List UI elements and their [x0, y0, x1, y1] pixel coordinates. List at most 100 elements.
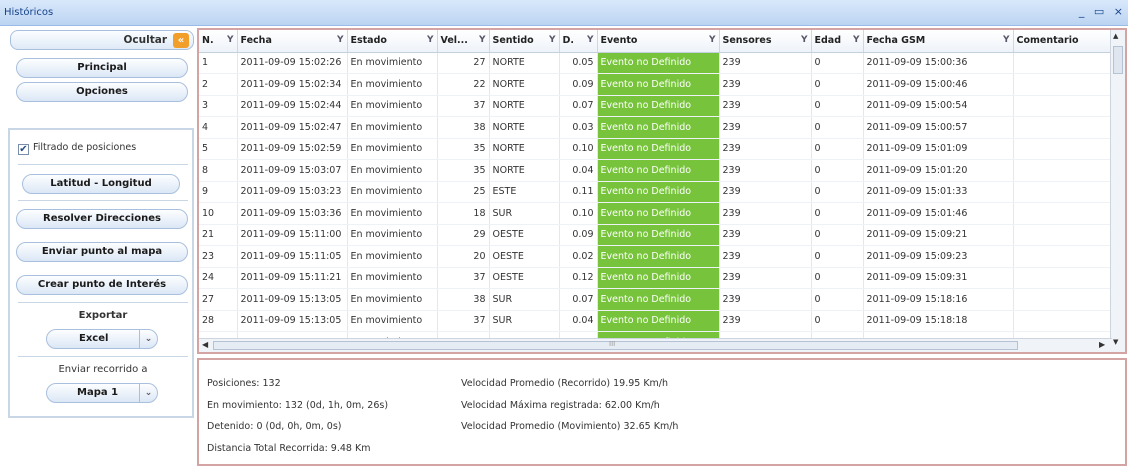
vertical-scrollbar[interactable]: ▲ ▼: [1110, 30, 1125, 352]
chevron-down-icon[interactable]: ⌄: [139, 330, 157, 348]
opciones-button[interactable]: Opciones: [16, 82, 188, 102]
map-select[interactable]: Mapa 1 ⌄: [46, 383, 158, 403]
enviar-punto-button[interactable]: Enviar punto al mapa: [16, 242, 188, 262]
scroll-thumb[interactable]: [1113, 46, 1123, 74]
window-title: Históricos: [4, 7, 54, 18]
table-row[interactable]: 1 2011-09-09 15:02:26 En movimiento 27 NORTE…: [199, 52, 1113, 74]
table-row[interactable]: 2 2011-09-09 15:02:34 En movimiento 22 NORTE…: [199, 73, 1113, 96]
table-cell: 0.07: [559, 288, 598, 311]
filter-icon[interactable]: Y: [227, 35, 234, 45]
table-cell: En movimiento: [347, 224, 438, 246]
column-header[interactable]: Sentido Y: [489, 30, 560, 53]
table-cell: NORTE: [489, 116, 560, 139]
column-header[interactable]: Evento Y: [597, 30, 720, 53]
table-cell: 37: [437, 95, 490, 117]
filter-checkbox[interactable]: ✔: [18, 144, 29, 155]
table-row[interactable]: 9 2011-09-09 15:03:23 En movimiento 25 ESTE 0…: [199, 181, 1113, 203]
column-header[interactable]: D. Y: [559, 30, 598, 53]
filter-icon[interactable]: Y: [479, 35, 486, 45]
table-cell: Evento no Definido: [597, 267, 720, 289]
table-row[interactable]: 24 2011-09-09 15:11:21 En movimiento 37 OEST…: [199, 267, 1113, 289]
filter-checkbox-row[interactable]: ✔ Filtrado de posiciones: [18, 142, 136, 155]
column-header[interactable]: Edad Y: [811, 30, 864, 53]
table-row[interactable]: 23 2011-09-09 15:11:05 En movimiento 20 OEST…: [199, 245, 1113, 268]
filter-icon[interactable]: Y: [587, 35, 594, 45]
table-row[interactable]: 27 2011-09-09 15:13:05 En movimiento 38 SUR 0…: [199, 288, 1113, 311]
export-label: Exportar: [78, 310, 128, 321]
table-cell: 0.12: [559, 267, 598, 289]
table-cell: Evento no Definido: [597, 159, 720, 182]
table-cell: Evento no Definido: [597, 288, 720, 311]
filter-icon[interactable]: Y: [709, 35, 716, 45]
column-header[interactable]: N. Y: [199, 30, 238, 53]
column-header-label: D.: [562, 35, 575, 47]
divider: [18, 356, 188, 357]
history-grid: N. Y Fecha Y Estado Y Vel... Y Sentido Y D. Y Evento…: [197, 28, 1127, 354]
horizontal-scrollbar[interactable]: ◀ III ▶: [199, 338, 1112, 352]
table-cell: 4: [199, 116, 238, 139]
filter-icon[interactable]: Y: [801, 35, 808, 45]
filter-icon[interactable]: Y: [1003, 35, 1010, 45]
table-cell: 239: [719, 95, 812, 117]
column-header-label: Sensores: [722, 35, 772, 47]
scroll-down-icon[interactable]: ▼: [1113, 338, 1118, 346]
table-cell: OESTE: [489, 267, 560, 289]
table-cell: 2011-09-09 15:02:47: [237, 116, 348, 139]
table-cell: 2011-09-09 15:03:23: [237, 181, 348, 203]
principal-button[interactable]: Principal: [16, 58, 188, 78]
table-cell: 239: [719, 116, 812, 139]
window-controls[interactable]: _ ▭ ×: [1079, 5, 1126, 18]
table-cell: NORTE: [489, 52, 560, 74]
history-table: N. Y Fecha Y Estado Y Vel... Y Sentido Y D. Y Evento…: [199, 30, 1113, 352]
filter-icon[interactable]: Y: [853, 35, 860, 45]
column-header[interactable]: Comentario: [1013, 30, 1113, 53]
table-cell: 239: [719, 159, 812, 182]
crear-punto-button[interactable]: Crear punto de Interés: [16, 275, 188, 295]
divider: [18, 302, 188, 303]
table-cell: 0.09: [559, 73, 598, 96]
window-titlebar[interactable]: Históricos _ ▭ ×: [0, 0, 1128, 26]
send-route-label: Enviar recorrido a: [58, 364, 148, 375]
collapse-arrow-icon[interactable]: «: [173, 33, 189, 48]
table-row[interactable]: 4 2011-09-09 15:02:47 En movimiento 38 NORTE…: [199, 116, 1113, 139]
column-header[interactable]: Vel... Y: [437, 30, 490, 53]
filter-icon[interactable]: Y: [427, 35, 434, 45]
resolver-direcciones-button[interactable]: Resolver Direcciones: [16, 209, 188, 229]
filter-icon[interactable]: Y: [337, 35, 344, 45]
table-cell: En movimiento: [347, 310, 438, 332]
column-header-label: Sentido: [492, 35, 534, 47]
filter-icon[interactable]: Y: [549, 35, 556, 45]
scroll-thumb[interactable]: III: [213, 340, 1018, 350]
table-row[interactable]: 28 2011-09-09 15:13:05 En movimiento 37 SUR 0…: [199, 310, 1113, 332]
lat-lon-button[interactable]: Latitud - Longitud: [22, 174, 180, 194]
scroll-right-icon[interactable]: ▶: [1099, 340, 1105, 349]
table-cell: 2011-09-09 15:00:57: [863, 116, 1014, 139]
column-header[interactable]: Estado Y: [347, 30, 438, 53]
chevron-down-icon[interactable]: ⌄: [139, 384, 157, 402]
table-cell: Evento no Definido: [597, 181, 720, 203]
hide-bar[interactable]: Ocultar «: [10, 30, 194, 50]
table-row[interactable]: 21 2011-09-09 15:11:00 En movimiento 29 OEST…: [199, 224, 1113, 246]
movimiento-text: En movimiento: 132 (0d, 1h, 0m, 26s): [207, 400, 389, 411]
table-cell: 35: [437, 159, 490, 182]
column-header[interactable]: Sensores Y: [719, 30, 812, 53]
table-cell: [1013, 181, 1113, 203]
scroll-grip: III: [609, 340, 616, 348]
table-cell: 23: [199, 245, 238, 268]
table-cell: 239: [719, 310, 812, 332]
table-row[interactable]: 3 2011-09-09 15:02:44 En movimiento 37 NORTE…: [199, 95, 1113, 117]
table-cell: ESTE: [489, 181, 560, 203]
scroll-left-icon[interactable]: ◀: [202, 340, 208, 349]
scroll-up-icon[interactable]: ▲: [1113, 32, 1118, 40]
table-cell: 0: [811, 202, 864, 225]
table-cell: 28: [199, 310, 238, 332]
column-header[interactable]: Fecha Y: [237, 30, 348, 53]
map-value: Mapa 1: [77, 387, 119, 398]
table-row[interactable]: 10 2011-09-09 15:03:36 En movimiento 18 SUR 0…: [199, 202, 1113, 225]
table-row[interactable]: 8 2011-09-09 15:03:07 En movimiento 35 NORTE…: [199, 159, 1113, 182]
table-cell: 239: [719, 267, 812, 289]
table-row[interactable]: 5 2011-09-09 15:02:59 En movimiento 35 NORTE…: [199, 138, 1113, 160]
table-cell: 239: [719, 138, 812, 160]
export-format-select[interactable]: Excel ⌄: [46, 329, 158, 349]
column-header[interactable]: Fecha GSM Y: [863, 30, 1014, 53]
